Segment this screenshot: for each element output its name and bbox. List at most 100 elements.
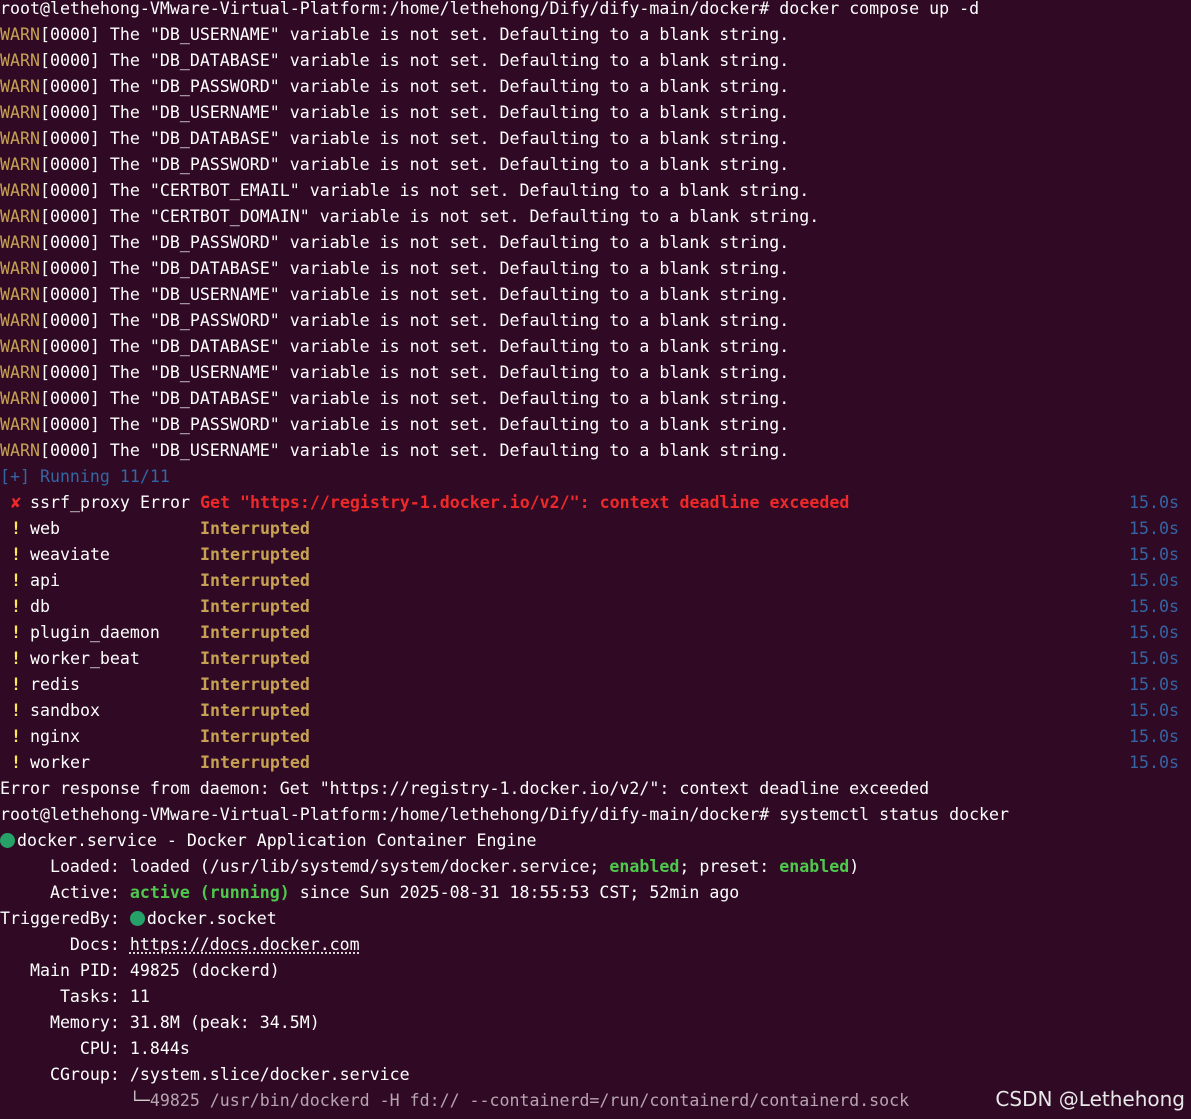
prompt-line: root@lethehong-VMware-Virtual-Platform:/…: [0, 802, 1191, 828]
service-elapsed-time: 15.0s: [1129, 597, 1179, 616]
service-row: ! api Interrupted 15.0s: [0, 568, 1191, 594]
warning-message: [0000] The "DB_PASSWORD" variable is not…: [39, 155, 790, 174]
service-row: ! worker_beat Interrupted 15.0s: [0, 646, 1191, 672]
cpu-value: 1.844s: [129, 1039, 190, 1058]
warn-tag: WARN: [0, 25, 40, 44]
service-row: ! nginx Interrupted 15.0s: [0, 724, 1191, 750]
warning-bang-icon: !: [11, 675, 21, 694]
pid-label: Main PID:: [0, 961, 130, 980]
service-row: ! db Interrupted 15.0s: [0, 594, 1191, 620]
service-elapsed-time: 15.0s: [1129, 753, 1179, 772]
warning-line: WARN[0000] The "CERTBOT_DOMAIN" variable…: [0, 204, 1191, 230]
loaded-value: loaded (/usr/lib/systemd/system/docker.s…: [129, 857, 610, 876]
warning-line: WARN[0000] The "DB_PASSWORD" variable is…: [0, 230, 1191, 256]
service-elapsed-time: 15.0s: [1129, 727, 1179, 746]
warning-line: WARN[0000] The "DB_DATABASE" variable is…: [0, 256, 1191, 282]
warn-tag: WARN: [0, 415, 40, 434]
service-status: Get "https://registry-1.docker.io/v2/": …: [200, 493, 850, 512]
docs-label: Docs:: [0, 935, 130, 954]
shell-command: docker compose up -d: [769, 0, 980, 18]
warning-message: [0000] The "DB_USERNAME" variable is not…: [39, 103, 790, 122]
service-row: ! sandbox Interrupted 15.0s: [0, 698, 1191, 724]
service-row: ! weaviate Interrupted 15.0s: [0, 542, 1191, 568]
warning-line: WARN[0000] The "DB_USERNAME" variable is…: [0, 282, 1191, 308]
active-since: since Sun 2025-08-31 18:55:53 CST; 52min…: [289, 883, 740, 902]
warn-tag: WARN: [0, 363, 40, 382]
service-status: Interrupted: [200, 727, 310, 746]
docs-line: Docs: https://docs.docker.com: [0, 932, 1191, 958]
triggered-line: TriggeredBy: docker.socket: [0, 906, 1191, 932]
warn-tag: WARN: [0, 155, 40, 174]
service-name: nginx: [30, 727, 80, 746]
service-elapsed-time: 15.0s: [1129, 623, 1179, 642]
preset-enabled-badge: enabled: [779, 857, 850, 876]
active-label: Active:: [0, 883, 130, 902]
warning-line: WARN[0000] The "DB_USERNAME" variable is…: [0, 360, 1191, 386]
terminal-output[interactable]: root@lethehong-VMware-Virtual-Platform:/…: [0, 0, 1191, 1114]
warning-message: [0000] The "DB_DATABASE" variable is not…: [39, 129, 790, 148]
service-name: web: [30, 519, 60, 538]
warn-tag: WARN: [0, 285, 40, 304]
warning-message: [0000] The "DB_PASSWORD" variable is not…: [39, 415, 790, 434]
cgroup-process: 49825 /usr/bin/dockerd -H fd:// --contai…: [149, 1091, 910, 1110]
service-name: ssrf_proxy: [30, 493, 130, 512]
service-status: Interrupted: [200, 753, 310, 772]
warning-line: WARN[0000] The "DB_PASSWORD" variable is…: [0, 152, 1191, 178]
loaded-close: ): [849, 857, 860, 876]
active-state-badge: active (running): [129, 883, 290, 902]
service-elapsed-time: 15.0s: [1129, 545, 1179, 564]
tasks-value: 11: [129, 987, 150, 1006]
unit-title: docker.service - Docker Application Cont…: [17, 831, 537, 850]
warning-message: [0000] The "DB_USERNAME" variable is not…: [39, 285, 790, 304]
tree-branch-icon: └─: [0, 1091, 150, 1110]
warning-bang-icon: !: [11, 519, 21, 538]
warning-message: [0000] The "CERTBOT_DOMAIN" variable is …: [39, 207, 820, 226]
daemon-error-line: Error response from daemon: Get "https:/…: [0, 779, 930, 798]
warning-line: WARN[0000] The "DB_DATABASE" variable is…: [0, 386, 1191, 412]
service-row: ✘ ssrf_proxy Error Get "https://registry-1.…: [0, 490, 1191, 516]
pid-line: Main PID: 49825 (dockerd): [0, 958, 1191, 984]
service-row: ! plugin_daemon Interrupted 15.0s: [0, 620, 1191, 646]
tasks-label: Tasks:: [0, 987, 130, 1006]
loaded-line: Loaded: loaded (/usr/lib/systemd/system/…: [0, 854, 1191, 880]
warning-bang-icon: !: [11, 597, 21, 616]
service-elapsed-time: 15.0s: [1129, 571, 1179, 590]
status-dot-icon: [0, 833, 15, 848]
warning-bang-icon: !: [11, 623, 21, 642]
warn-tag: WARN: [0, 311, 40, 330]
service-name: worker_beat: [30, 649, 140, 668]
warn-tag: WARN: [0, 129, 40, 148]
warn-tag: WARN: [0, 259, 40, 278]
service-name: sandbox: [30, 701, 100, 720]
warning-line: WARN[0000] The "DB_DATABASE" variable is…: [0, 334, 1191, 360]
warn-tag: WARN: [0, 51, 40, 70]
service-list: ✘ ssrf_proxy Error Get "https://registry-1.…: [0, 490, 1191, 776]
shell-prompt: root@lethehong-VMware-Virtual-Platform:/…: [0, 0, 770, 18]
enabled-badge: enabled: [609, 857, 680, 876]
warning-message: [0000] The "DB_PASSWORD" variable is not…: [39, 233, 790, 252]
warning-line: WARN[0000] The "DB_PASSWORD" variable is…: [0, 308, 1191, 334]
cgroup-line: CGroup: /system.slice/docker.service: [0, 1062, 1191, 1088]
warning-message: [0000] The "DB_DATABASE" variable is not…: [39, 389, 790, 408]
shell-prompt: root@lethehong-VMware-Virtual-Platform:/…: [0, 805, 770, 824]
warning-bang-icon: !: [11, 727, 21, 746]
service-name: redis: [30, 675, 80, 694]
shell-command: systemctl status docker: [769, 805, 1010, 824]
service-name: db: [30, 597, 50, 616]
service-status: Interrupted: [200, 571, 310, 590]
service-elapsed-time: 15.0s: [1129, 519, 1179, 538]
warning-message: [0000] The "DB_DATABASE" variable is not…: [39, 259, 790, 278]
docs-link[interactable]: https://docs.docker.com: [130, 935, 360, 954]
warning-line: WARN[0000] The "DB_DATABASE" variable is…: [0, 126, 1191, 152]
watermark: CSDN @Lethehong: [995, 1087, 1185, 1111]
warning-line: WARN[0000] The "DB_USERNAME" variable is…: [0, 100, 1191, 126]
service-error-tag: Error: [140, 493, 190, 512]
service-status: Interrupted: [200, 623, 310, 642]
warning-line: WARN[0000] The "DB_DATABASE" variable is…: [0, 48, 1191, 74]
warning-message: [0000] The "DB_USERNAME" variable is not…: [39, 441, 790, 460]
warning-message: [0000] The "DB_DATABASE" variable is not…: [39, 337, 790, 356]
memory-label: Memory:: [0, 1013, 130, 1032]
service-name: weaviate: [30, 545, 110, 564]
service-elapsed-time: 15.0s: [1129, 675, 1179, 694]
warning-message: [0000] The "DB_USERNAME" variable is not…: [39, 363, 790, 382]
